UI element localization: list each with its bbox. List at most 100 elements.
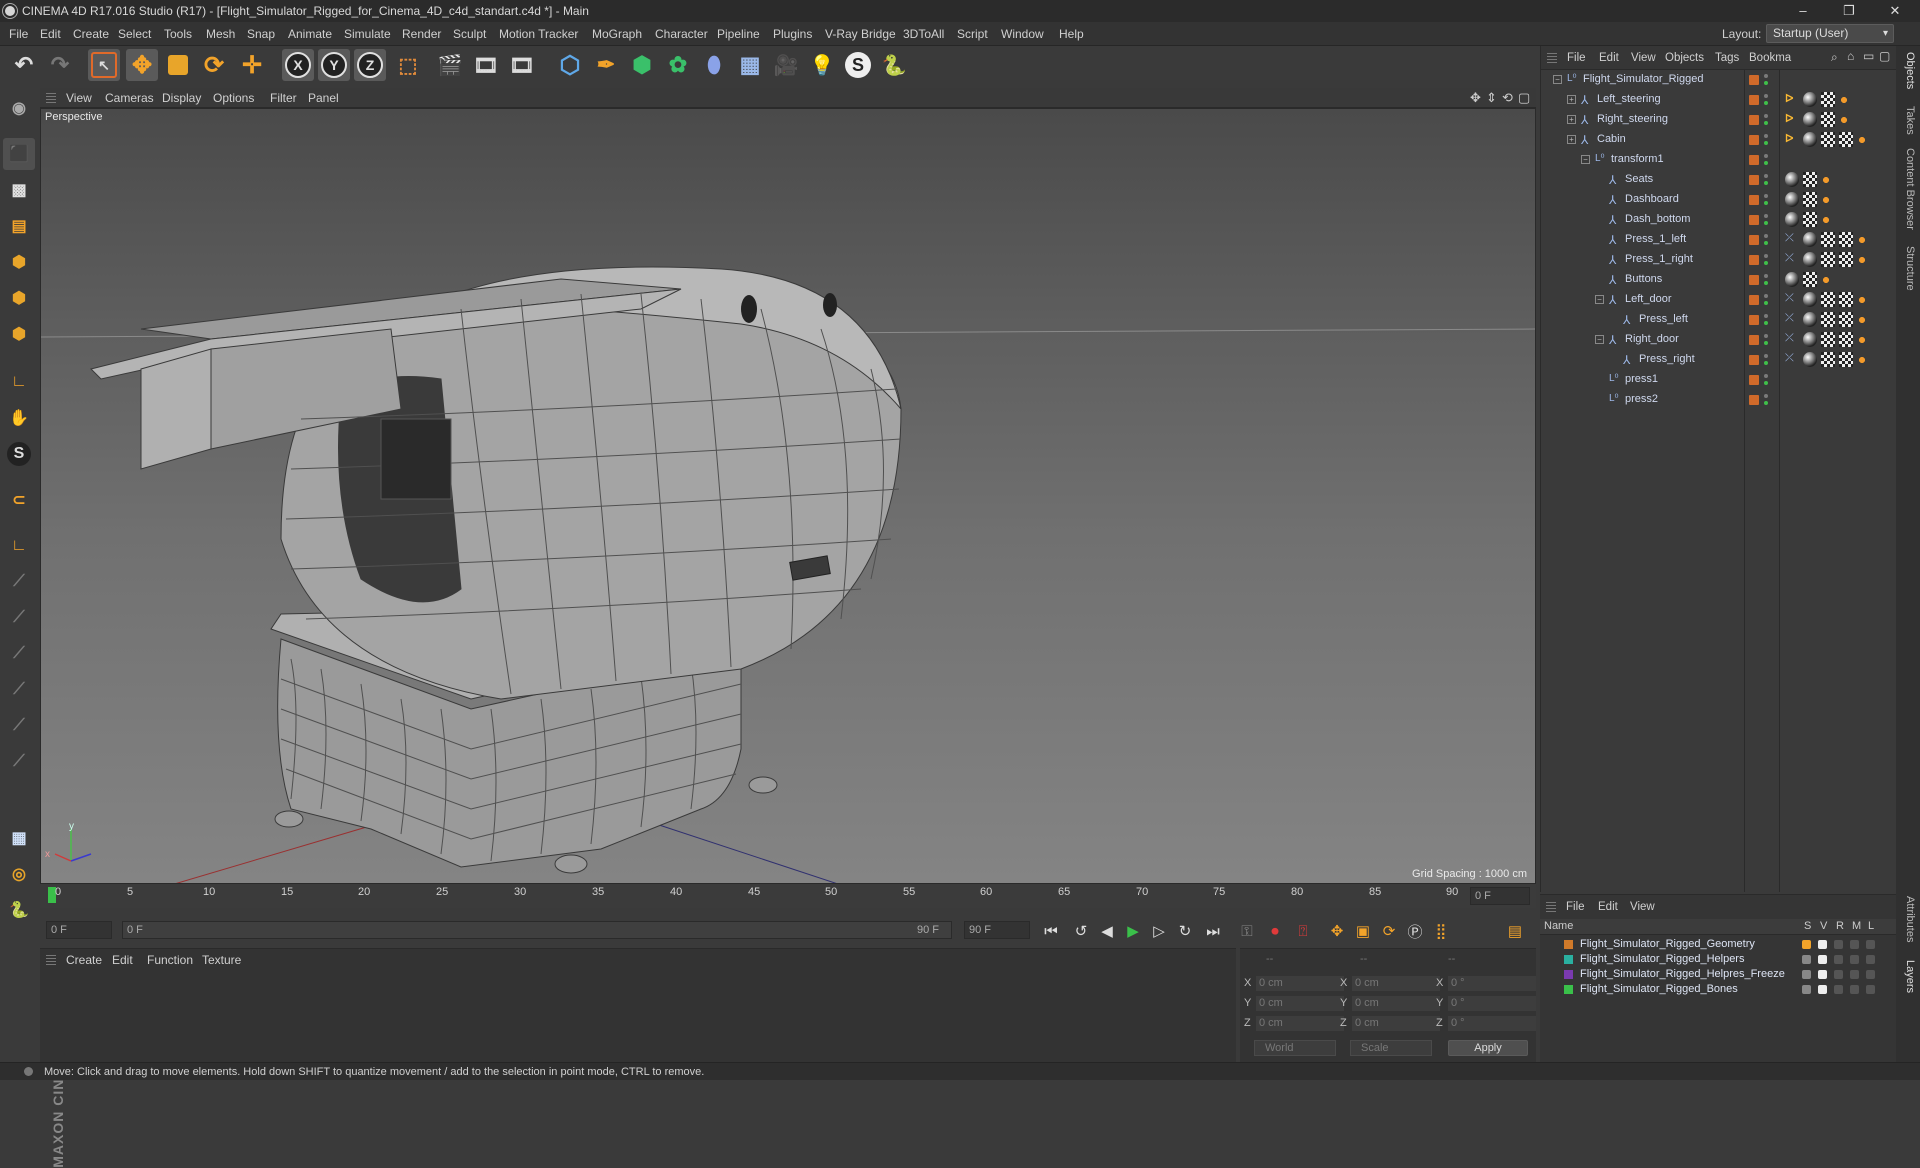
viewport-menu-cameras[interactable]: Cameras <box>105 91 154 105</box>
selection-tag-icon[interactable] <box>1857 355 1867 365</box>
menu-pipeline[interactable]: Pipeline <box>717 27 760 41</box>
texture-tag-icon[interactable] <box>1821 312 1835 327</box>
layer-color-icon[interactable] <box>1749 135 1759 145</box>
layer-color-icon[interactable] <box>1749 155 1759 165</box>
camera-button[interactable]: 🎥 <box>770 49 802 81</box>
object-name[interactable]: Press_1_left <box>1625 233 1686 245</box>
visible-toggle-icon[interactable] <box>1818 955 1827 964</box>
texture-tag-icon[interactable] <box>1821 132 1835 147</box>
snap-button[interactable]: S <box>3 438 35 470</box>
maximize-view-icon[interactable]: ▢ <box>1518 90 1530 106</box>
object-row[interactable]: − ⅄ Right_door ⤫ <box>1541 330 1897 350</box>
material-tag-icon[interactable] <box>1803 252 1817 267</box>
polygons-mode-button[interactable]: ⬢ <box>3 318 35 350</box>
tab-takes[interactable]: Takes <box>1904 106 1916 135</box>
menu-mesh[interactable]: Mesh <box>206 27 235 41</box>
timeline-ruler[interactable]: 0 5 10 15 20 25 30 35 40 45 50 55 60 65 … <box>40 884 1536 908</box>
layer-name[interactable]: Flight_Simulator_Rigged_Geometry <box>1580 938 1755 950</box>
visibility-dots-icon[interactable] <box>1763 393 1769 407</box>
home-icon[interactable]: ⌂ <box>1847 49 1854 63</box>
ik-tag-icon[interactable]: ⤫ <box>1785 232 1799 247</box>
move-tool-button[interactable]: ✥ <box>126 49 158 81</box>
lock-workplane-button[interactable]: ▦ <box>3 822 35 854</box>
material-manager[interactable]: Create Edit Function Texture <box>40 948 1236 1066</box>
frame-range-slider[interactable]: 0 F 90 F <box>122 921 952 939</box>
objects-menu-tags[interactable]: Tags <box>1715 52 1739 64</box>
visibility-dots-icon[interactable] <box>1763 213 1769 227</box>
object-row[interactable]: ⅄ Press_right ⤫ <box>1541 350 1897 370</box>
solo-toggle-icon[interactable] <box>1802 940 1811 949</box>
new-window-icon[interactable]: ▭ <box>1863 49 1874 63</box>
texture-tag-icon[interactable] <box>1821 252 1835 267</box>
layer-color-swatch[interactable] <box>1564 940 1573 949</box>
axis-mode-button[interactable]: ∟ <box>3 366 35 398</box>
material-menu-function[interactable]: Function <box>147 953 193 967</box>
prev-frame-button[interactable]: ◀ <box>1096 920 1118 942</box>
material-menu-create[interactable]: Create <box>66 953 102 967</box>
transform-tool-button[interactable]: ✛ <box>236 49 268 81</box>
layer-color-icon[interactable] <box>1749 235 1759 245</box>
collapse-icon[interactable]: − <box>1595 295 1604 304</box>
rotation-p-field[interactable]: 0 ° <box>1448 996 1536 1011</box>
menu-character[interactable]: Character <box>655 27 708 41</box>
texture-tag-icon[interactable] <box>1839 312 1853 327</box>
z-axis-lock-button[interactable]: Z <box>354 49 386 81</box>
object-row[interactable]: ⅄ Dashboard <box>1541 190 1897 210</box>
material-tag-icon[interactable] <box>1785 172 1799 187</box>
texture-tag-icon[interactable] <box>1803 212 1817 227</box>
mirror-tool-button[interactable]: ⟋ <box>3 746 35 778</box>
selection-tag-icon[interactable] <box>1821 275 1831 285</box>
next-frame-button[interactable]: ▷ <box>1148 920 1170 942</box>
viewport-menu-display[interactable]: Display <box>162 91 201 105</box>
solo-toggle-icon[interactable] <box>1802 970 1811 979</box>
material-tag-icon[interactable] <box>1803 352 1817 367</box>
visibility-dots-icon[interactable] <box>1763 373 1769 387</box>
visibility-dots-icon[interactable] <box>1763 333 1769 347</box>
lock-toggle-icon[interactable] <box>1866 985 1875 994</box>
viewport-menu-filter[interactable]: Filter <box>270 91 297 105</box>
selection-tag-icon[interactable] <box>1821 175 1831 185</box>
material-tag-icon[interactable] <box>1785 212 1799 227</box>
object-name[interactable]: Left_steering <box>1597 93 1661 105</box>
texture-tag-icon[interactable] <box>1821 352 1835 367</box>
x-axis-lock-button[interactable]: X <box>282 49 314 81</box>
object-name[interactable]: Dashboard <box>1625 193 1679 205</box>
texture-tag-icon[interactable] <box>1803 172 1817 187</box>
manager-toggle-icon[interactable] <box>1850 955 1859 964</box>
make-editable-button[interactable]: ◉ <box>3 92 35 124</box>
lock-toggle-icon[interactable] <box>1866 970 1875 979</box>
prev-key-button[interactable]: ↺ <box>1070 920 1092 942</box>
visibility-dots-icon[interactable] <box>1763 173 1769 187</box>
weight-tool-button[interactable]: ⟋ <box>3 710 35 742</box>
layer-color-icon[interactable] <box>1749 395 1759 405</box>
python-button[interactable]: 🐍 <box>878 49 910 81</box>
visibility-dots-icon[interactable] <box>1763 113 1769 127</box>
material-tag-icon[interactable] <box>1785 272 1799 287</box>
tab-objects[interactable]: Objects <box>1904 52 1916 89</box>
bone-tool-button[interactable]: ⟋ <box>3 566 35 598</box>
cube-primitive-button[interactable]: ⬡ <box>554 49 586 81</box>
collapse-icon[interactable]: − <box>1581 155 1590 164</box>
visibility-dots-icon[interactable] <box>1763 253 1769 267</box>
layer-color-icon[interactable] <box>1749 195 1759 205</box>
column-render[interactable]: R <box>1836 920 1844 932</box>
visibility-dots-icon[interactable] <box>1763 133 1769 147</box>
visibility-dots-icon[interactable] <box>1763 353 1769 367</box>
objects-menu-objects[interactable]: Objects <box>1665 52 1704 64</box>
menu-select[interactable]: Select <box>118 27 151 41</box>
size-y-field[interactable]: 0 cm <box>1352 996 1440 1011</box>
goto-end-button[interactable]: ⏭ <box>1202 920 1224 942</box>
smooth-tool-button[interactable]: ⟋ <box>3 674 35 706</box>
material-tag-icon[interactable] <box>1803 232 1817 247</box>
layer-name[interactable]: Flight_Simulator_Rigged_Helpres_Freeze <box>1580 968 1785 980</box>
layer-color-icon[interactable] <box>1749 355 1759 365</box>
column-locked[interactable]: L <box>1868 920 1874 932</box>
render-toggle-icon[interactable] <box>1834 970 1843 979</box>
object-row[interactable]: + ⅄ Cabin ᐅ <box>1541 130 1897 150</box>
objects-menu-view[interactable]: View <box>1631 52 1656 64</box>
object-row[interactable]: − L⁰ transform1 <box>1541 150 1897 170</box>
rotate-view-icon[interactable]: ⟲ <box>1502 90 1513 106</box>
render-picture-viewer-button[interactable]: 🎞 <box>470 49 502 81</box>
object-name[interactable]: Press_1_right <box>1625 253 1693 265</box>
layer-row[interactable]: Flight_Simulator_Rigged_Helpres_Freeze <box>1540 967 1896 982</box>
